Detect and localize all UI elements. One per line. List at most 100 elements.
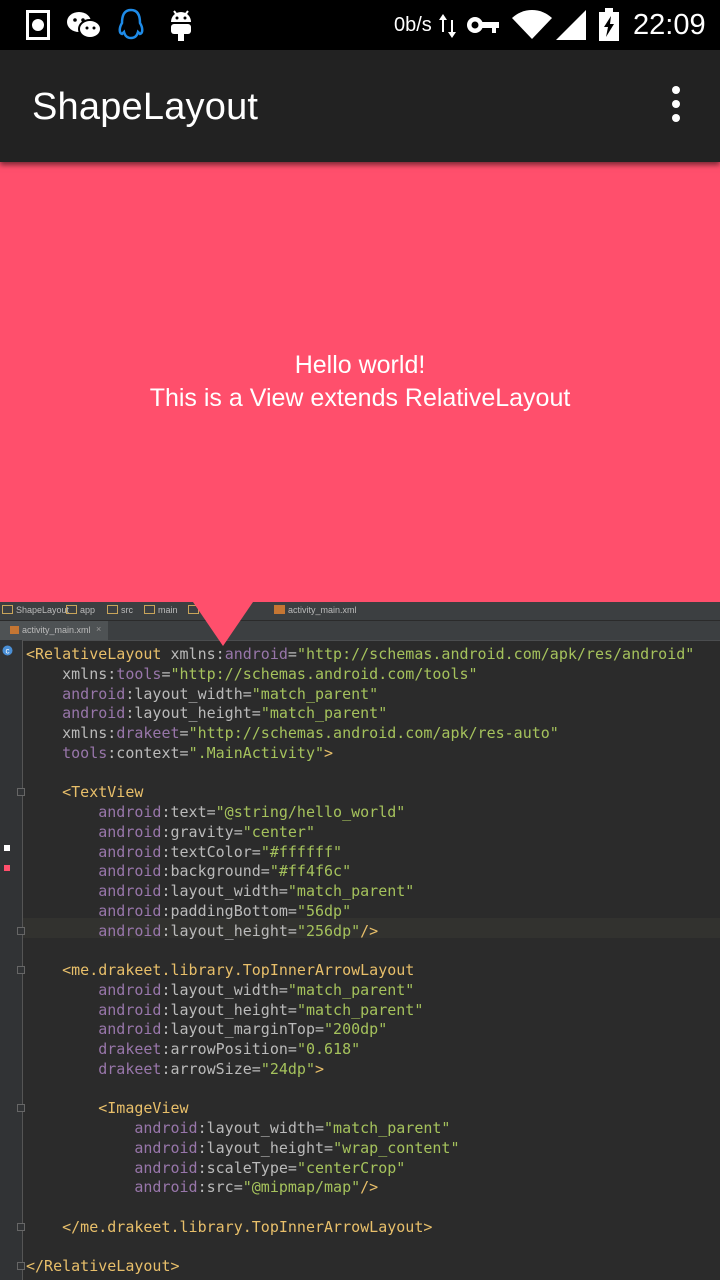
- code-token: <ImageView: [26, 1099, 189, 1118]
- code-line: android:src="@mipmap/map"/>: [26, 1177, 378, 1197]
- code-token: :paddingBottom=: [161, 901, 297, 920]
- tab-activity-main[interactable]: activity_main.xml ×: [0, 621, 108, 640]
- code-token: :layout_height=: [161, 921, 297, 940]
- code-token: "centerCrop": [296, 1158, 406, 1177]
- code-token: >: [315, 1059, 325, 1078]
- code-line: android:gravity="center": [26, 822, 315, 842]
- code-line: xmlns:tools="http://schemas.android.com/…: [26, 664, 477, 684]
- xml-file-icon: [10, 626, 19, 634]
- code-line: <ImageView: [26, 1098, 189, 1118]
- code-token: drakeet: [116, 724, 180, 742]
- code-token: android: [26, 1000, 162, 1019]
- arrow-pointer: [193, 602, 253, 646]
- code-token: xmlns:: [170, 645, 225, 663]
- code-token: :layout_width=: [197, 1119, 325, 1137]
- code-token: </RelativeLayout>: [26, 1257, 180, 1276]
- signal-icon: [556, 10, 586, 40]
- code-token: "@mipmap/map": [242, 1178, 361, 1197]
- code-line: android:layout_height="match_parent": [26, 1000, 423, 1020]
- code-token: "match_parent": [296, 1000, 424, 1019]
- fold-marker[interactable]: [17, 788, 25, 797]
- code-token: :arrowSize=: [161, 1059, 261, 1078]
- code-token: <TextView: [26, 783, 144, 802]
- code-line: <me.drakeet.library.TopInnerArrowLayout: [26, 960, 414, 980]
- code-line: android:layout_width="match_parent": [26, 1118, 450, 1138]
- editor-tab-bar: activity_main.xml ×: [0, 621, 720, 641]
- close-icon[interactable]: ×: [96, 624, 101, 634]
- code-token: android: [224, 645, 288, 663]
- code-token: "http://schemas.android.com/apk/res/andr…: [296, 645, 695, 663]
- fold-marker[interactable]: [17, 926, 25, 935]
- fold-marker[interactable]: [17, 1222, 25, 1231]
- code-token: <RelativeLayout: [26, 645, 171, 663]
- color-swatch-white: [4, 845, 10, 851]
- code-token: android: [26, 1158, 198, 1177]
- code-line: android:layout_marginTop="200dp": [26, 1019, 387, 1039]
- breadcrumb-item: ShapeLayout: [2, 605, 69, 615]
- code-token: ".MainActivity": [188, 743, 325, 762]
- code-line: drakeet:arrowSize="24dp">: [26, 1059, 324, 1079]
- code-token: android: [26, 1020, 162, 1039]
- code-token: =: [161, 664, 171, 683]
- code-token: android: [26, 822, 162, 841]
- code-token: =: [179, 724, 189, 742]
- code-line: android:layout_height="wrap_content": [26, 1138, 459, 1158]
- code-token: tools: [116, 664, 162, 683]
- code-token: android: [26, 704, 126, 723]
- code-image: ShapeLayout app src main layout activity…: [0, 602, 720, 1280]
- code-line: android:layout_width="match_parent": [26, 684, 378, 704]
- code-line: drakeet:arrowPosition="0.618": [26, 1039, 360, 1059]
- wechat-icon: [67, 12, 102, 39]
- class-icon: c: [2, 645, 13, 656]
- code-token: drakeet: [26, 1059, 162, 1078]
- svg-text:c: c: [6, 647, 10, 656]
- code-token: :layout_height=: [161, 1000, 297, 1019]
- code-token: :src=: [197, 1178, 243, 1197]
- app-title: ShapeLayout: [32, 86, 259, 128]
- clock: 22:09: [633, 9, 706, 41]
- fold-marker[interactable]: [17, 1104, 25, 1113]
- code-token: =: [287, 645, 297, 663]
- code-token: drakeet: [26, 1040, 162, 1058]
- code-token: />: [360, 1178, 379, 1197]
- breadcrumb-item: app: [66, 605, 95, 615]
- code-line: android:text="@string/hello_world": [26, 802, 405, 822]
- status-bar: 0b/s 22:09: [0, 0, 720, 50]
- code-token: />: [360, 921, 379, 940]
- code-token: android: [26, 862, 162, 881]
- code-line: </me.drakeet.library.TopInnerArrowLayout…: [26, 1217, 432, 1237]
- code-line: <RelativeLayout xmlns:android="http://sc…: [26, 644, 694, 664]
- code-line: android:layout_width="match_parent": [26, 881, 414, 901]
- code-token: "match_parent": [287, 882, 415, 900]
- data-arrows-icon: [439, 14, 456, 38]
- code-token: android: [26, 1138, 198, 1157]
- code-token: :layout_marginTop=: [161, 1020, 325, 1039]
- code-token: "24dp": [260, 1059, 315, 1078]
- android-icon: [171, 10, 191, 41]
- code-token: :textColor=: [161, 842, 261, 861]
- code-token: "200dp": [324, 1020, 388, 1039]
- code-token: :layout_height=: [125, 704, 261, 723]
- code-token: tools: [26, 743, 108, 762]
- code-line: android:layout_height="match_parent": [26, 703, 387, 723]
- code-token: xmlns:: [26, 664, 117, 683]
- code-line: android:scaleType="centerCrop": [26, 1158, 405, 1178]
- code-token: "center": [242, 822, 315, 841]
- tab-label: activity_main.xml: [22, 625, 91, 635]
- code-line: android:textColor="#ffffff": [26, 842, 342, 862]
- code-token: xmlns:: [26, 724, 117, 742]
- code-line: </RelativeLayout>: [26, 1256, 180, 1276]
- subtitle-line: This is a View extends RelativeLayout: [149, 384, 571, 412]
- code-token: :layout_width=: [161, 980, 288, 999]
- wifi-icon: [512, 10, 552, 39]
- breadcrumb-item: activity_main.xml: [274, 605, 357, 615]
- code-token: "0.618": [296, 1040, 361, 1058]
- code-token: "#ff4f6c": [269, 862, 352, 881]
- code-token: :context=: [107, 743, 189, 762]
- more-vert-icon[interactable]: [660, 86, 692, 126]
- fold-marker[interactable]: [17, 966, 25, 974]
- code-token: >: [324, 743, 334, 762]
- code-line: android:layout_height="256dp"/>: [26, 921, 378, 941]
- fold-marker[interactable]: [17, 1262, 25, 1271]
- code-token: "256dp": [296, 921, 361, 940]
